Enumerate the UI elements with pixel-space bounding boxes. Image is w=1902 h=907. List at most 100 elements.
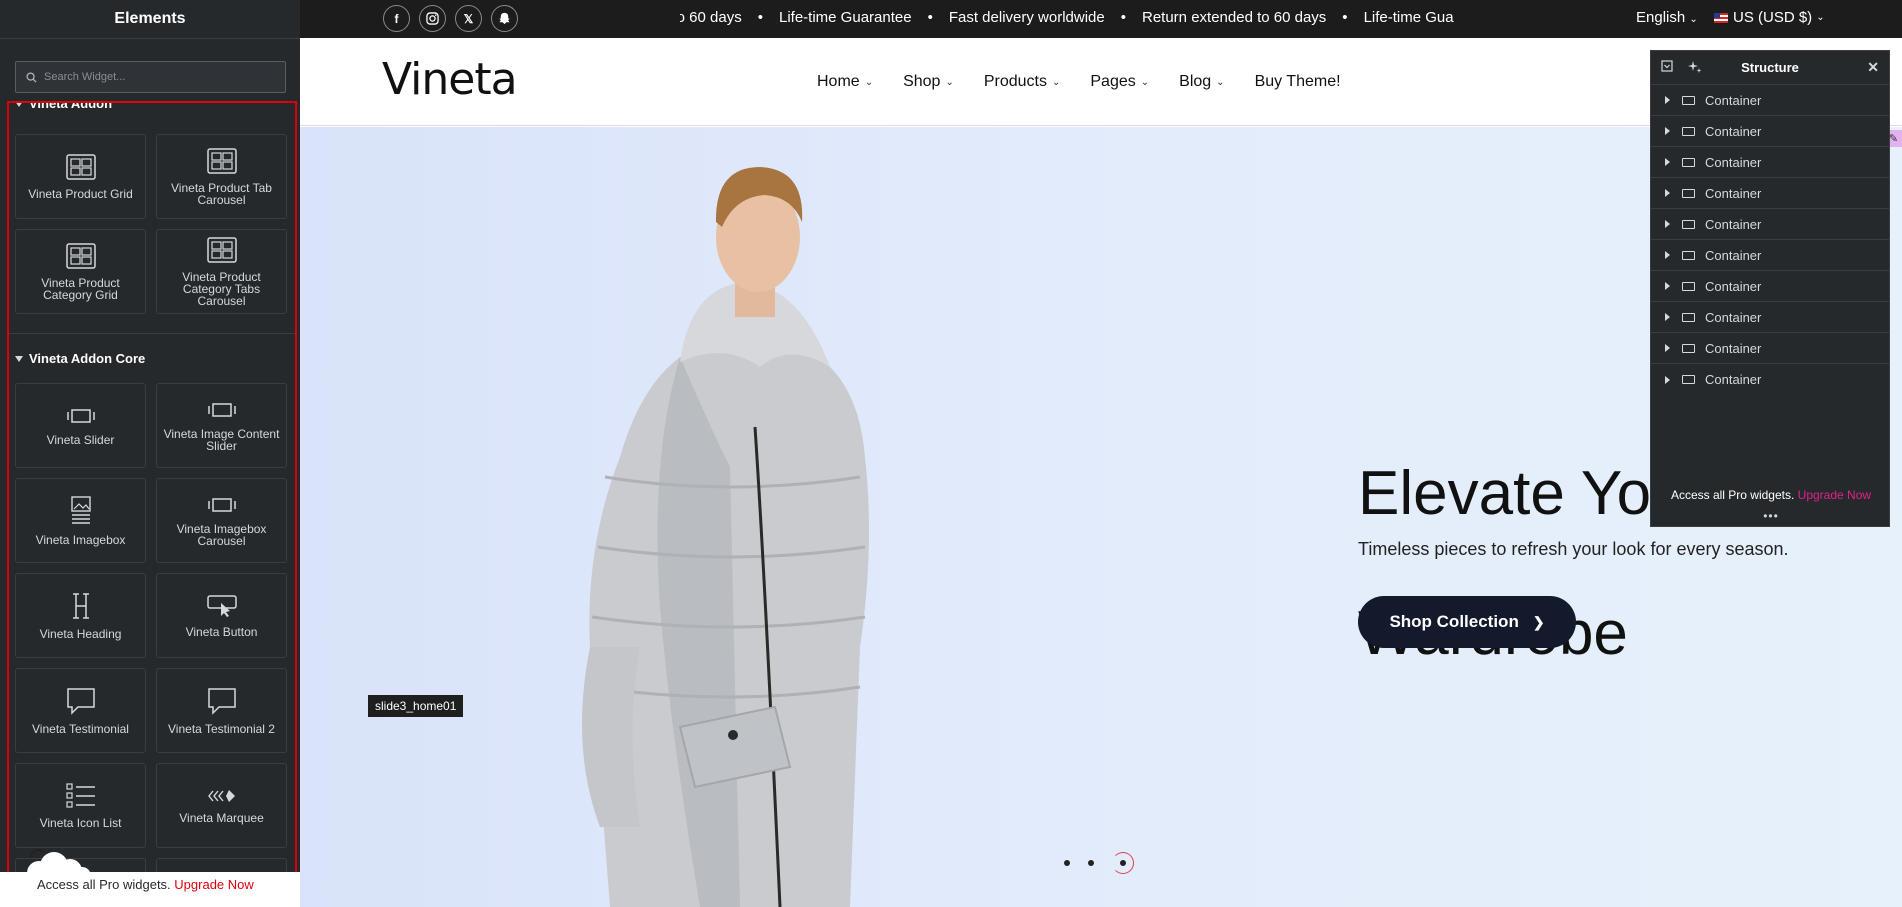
marquee-strip: d to 60 days • Life-time Guarantee • Fas… — [680, 0, 1705, 38]
x-icon[interactable]: 𝕏 — [455, 5, 482, 32]
widget-list[interactable]: Vineta Addon Vineta Product Grid Vineta … — [9, 103, 295, 880]
imagebox-icon — [70, 495, 91, 524]
structure-item[interactable]: Container — [1651, 178, 1889, 209]
expand-triangle-icon[interactable] — [1665, 96, 1670, 104]
footer-text: Access all Pro widgets. — [1670, 488, 1795, 502]
structure-item[interactable]: Container — [1651, 240, 1889, 271]
widget-label: Vineta Imagebox — [35, 532, 126, 547]
site-logo[interactable]: Vineta — [382, 54, 518, 105]
social-links: f 𝕏 — [383, 5, 518, 32]
marquee-item: Fast delivery worldwide — [948, 9, 1105, 26]
widget-vineta-image-content-slider[interactable]: Vineta Image Content Slider — [156, 383, 287, 468]
image-name-tag: slide3_home01 — [368, 695, 464, 717]
widget-vineta-button[interactable]: Vineta Button — [156, 573, 287, 658]
widget-vineta-product-grid[interactable]: Vineta Product Grid — [15, 134, 146, 219]
container-icon — [1682, 343, 1695, 353]
widget-vineta-testimonial[interactable]: Vineta Testimonial — [15, 668, 146, 753]
button-label: Shop Collection — [1389, 612, 1519, 631]
structure-navigator: Structure ✕ Container Container Containe… — [1650, 50, 1890, 527]
category-title-vineta-addon[interactable]: Vineta Addon — [15, 103, 112, 111]
snapchat-icon[interactable] — [491, 5, 518, 32]
pagination-dot[interactable] — [1064, 860, 1070, 866]
panel-title: Elements — [0, 0, 300, 39]
category-label: Vineta Addon Core — [29, 351, 146, 366]
expand-triangle-icon[interactable] — [1665, 127, 1670, 135]
language-selector[interactable]: English ⌄ — [1636, 0, 1698, 38]
upgrade-now-link[interactable]: Upgrade Now — [174, 877, 254, 892]
main-nav: Home ⌄ Shop ⌄ Products ⌄ Pages ⌄ Blog ⌄ Buy T… — [817, 38, 1371, 126]
widget-vineta-heading[interactable]: Vineta Heading — [15, 573, 146, 658]
slider-icon — [207, 402, 236, 417]
facebook-icon[interactable]: f — [383, 5, 410, 32]
footer-text: Access all Pro widgets. — [37, 877, 171, 892]
widget-label: Vineta Button — [185, 624, 258, 639]
widget-vineta-product-tab-carousel[interactable]: Vineta Product Tab Carousel — [156, 134, 287, 219]
structure-item[interactable]: Container — [1651, 302, 1889, 333]
structure-item[interactable]: Container — [1651, 209, 1889, 240]
nav-item-home[interactable]: Home ⌄ — [817, 73, 873, 91]
nav-item-buy-theme[interactable]: Buy Theme! — [1255, 73, 1341, 91]
pagination-dot[interactable] — [1088, 860, 1094, 866]
expand-triangle-icon[interactable] — [1665, 282, 1670, 290]
widget-vineta-imagebox-carousel[interactable]: Vineta Imagebox Carousel — [156, 478, 287, 563]
expand-triangle-icon[interactable] — [1665, 220, 1670, 228]
slider-icon — [66, 408, 95, 423]
widget-vineta-icon-list[interactable]: Vineta Icon List — [15, 763, 146, 848]
widget-vineta-imagebox[interactable]: Vineta Imagebox — [15, 478, 146, 563]
collapse-all-icon[interactable] — [1661, 60, 1673, 75]
structure-item[interactable]: Container — [1651, 85, 1889, 116]
expand-triangle-icon[interactable] — [1665, 251, 1670, 259]
expand-triangle-icon[interactable] — [1665, 344, 1670, 352]
chevron-down-icon: ⌄ — [1140, 76, 1150, 88]
nav-item-pages[interactable]: Pages ⌄ — [1090, 73, 1149, 91]
widget-label: Vineta Imagebox Carousel — [176, 521, 267, 548]
pagination-dot-active[interactable] — [1112, 852, 1134, 874]
sparkle-icon[interactable] — [1688, 60, 1702, 77]
nav-label: Pages — [1090, 73, 1136, 90]
button-icon — [206, 594, 237, 617]
widget-vineta-product-category-tabs-carousel[interactable]: Vineta Product Category Tabs Carousel — [156, 229, 287, 314]
chevron-down-icon: ⌄ — [1816, 12, 1825, 23]
structure-item-label: Container — [1705, 154, 1762, 170]
category-title-vineta-addon-core[interactable]: Vineta Addon Core — [15, 351, 145, 366]
caret-down-icon — [15, 103, 23, 107]
resize-grip-icon[interactable]: ••• — [1651, 509, 1891, 523]
widget-vineta-slider[interactable]: Vineta Slider — [15, 383, 146, 468]
shop-collection-button[interactable]: Shop Collection ❯ — [1358, 596, 1576, 648]
structure-item[interactable]: Container — [1651, 271, 1889, 302]
search-widget-input[interactable] — [44, 71, 264, 83]
structure-title: Structure — [1741, 60, 1799, 75]
widget-vineta-product-category-grid[interactable]: Vineta Product Category Grid — [15, 229, 146, 314]
upgrade-now-link[interactable]: Upgrade Now — [1798, 488, 1871, 502]
expand-triangle-icon[interactable] — [1665, 375, 1670, 384]
container-icon — [1682, 219, 1695, 229]
structure-item-label: Container — [1705, 278, 1762, 294]
widget-vineta-marquee[interactable]: Vineta Marquee — [156, 763, 287, 848]
expand-triangle-icon[interactable] — [1665, 313, 1670, 321]
currency-selector[interactable]: US (USD $) ⌄ — [1714, 0, 1825, 36]
bullet-icon: • — [1342, 9, 1348, 26]
structure-item[interactable]: Container — [1651, 333, 1889, 364]
structure-item-label: Container — [1705, 216, 1762, 232]
nav-label: Shop — [903, 73, 941, 90]
nav-item-products[interactable]: Products ⌄ — [984, 73, 1061, 91]
chevron-down-icon: ⌄ — [1689, 14, 1698, 25]
structure-item[interactable]: Container — [1651, 147, 1889, 178]
search-widget-field[interactable] — [15, 61, 286, 93]
instagram-icon[interactable] — [419, 5, 446, 32]
nav-item-shop[interactable]: Shop ⌄ — [903, 73, 954, 91]
nav-label: Products — [983, 73, 1047, 90]
nav-item-blog[interactable]: Blog ⌄ — [1179, 73, 1224, 91]
marquee-item: Life-time Guarantee — [779, 9, 912, 26]
structure-item[interactable]: Container — [1651, 116, 1889, 147]
close-icon[interactable]: ✕ — [1867, 59, 1879, 76]
chevron-down-icon: ⌄ — [1216, 76, 1225, 88]
widget-vineta-testimonial-2[interactable]: Vineta Testimonial 2 — [156, 668, 287, 753]
hero-model-image — [582, 167, 869, 907]
widget-label: Vineta Product Category Tabs Carousel — [182, 269, 261, 308]
expand-triangle-icon[interactable] — [1665, 189, 1670, 197]
structure-item[interactable]: Container — [1651, 364, 1889, 395]
hero-subtitle: Timeless pieces to refresh your look for… — [1358, 539, 1789, 559]
container-icon — [1682, 157, 1695, 167]
expand-triangle-icon[interactable] — [1665, 158, 1670, 166]
